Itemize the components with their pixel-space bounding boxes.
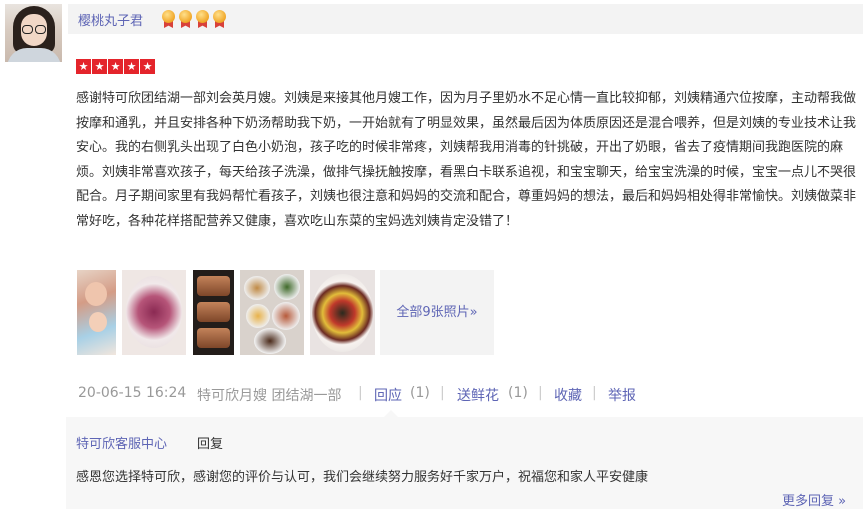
reply-tag: 回复 — [197, 437, 224, 452]
star-icon: ★ — [108, 59, 123, 74]
meta-separator: | — [358, 385, 363, 401]
flower-count: (1) — [508, 385, 528, 401]
star-icon: ★ — [92, 59, 107, 74]
meta-separator: | — [538, 385, 543, 401]
medal-icon — [178, 10, 193, 28]
meta-separator: | — [592, 385, 597, 401]
reply-text: 感恩您选择特可欣，感谢您的评价与认可，我们会继续努力服务好千家万户，祝福您和家人… — [76, 470, 649, 485]
star-icon: ★ — [140, 59, 155, 74]
star-icon: ★ — [76, 59, 91, 74]
reply-author-link[interactable]: 特可欣客服中心 — [76, 433, 167, 452]
medal-icon — [212, 10, 227, 28]
send-flower-button[interactable]: 送鲜花 — [457, 385, 499, 405]
collect-button[interactable]: 收藏 — [554, 385, 582, 405]
photo-thumbnail-dish[interactable] — [122, 270, 186, 355]
review-text: 感谢特可欣团结湖一部刘会英月嫂。刘姨是来接其他月嫂工作，因为月子里奶水不足心情一… — [76, 91, 857, 229]
avatar-glasses-right — [35, 25, 46, 34]
photo-thumbnail-mother-baby[interactable] — [77, 270, 116, 355]
username-link[interactable]: 樱桃丸子君 — [78, 10, 143, 29]
medal-icon — [161, 10, 176, 28]
star-icon: ★ — [124, 59, 139, 74]
all-photos-link[interactable]: 全部9张照片» — [380, 270, 494, 355]
user-avatar[interactable] — [5, 4, 62, 62]
photo-thumbnail-fruit-plate[interactable] — [310, 270, 375, 355]
medal-list — [161, 10, 227, 28]
reply-count: (1) — [410, 385, 430, 401]
meta-separator: | — [440, 385, 445, 401]
review-source: 特可欣月嫂 团结湖一部 — [197, 388, 342, 404]
photo-thumbnail-meal[interactable] — [240, 270, 304, 355]
star-rating: ★ ★ ★ ★ ★ — [76, 59, 155, 74]
report-button[interactable]: 举报 — [608, 385, 636, 405]
review-header: 樱桃丸子君 — [68, 4, 863, 34]
reply-button[interactable]: 回应 — [374, 385, 402, 405]
avatar-glasses-left — [22, 25, 33, 34]
photo-thumbnail-bread[interactable] — [193, 270, 234, 355]
reply-box-pointer — [384, 410, 398, 417]
review-date: 20-06-15 16:24 — [78, 385, 187, 401]
reply-box: 特可欣客服中心 回复 感恩您选择特可欣，感谢您的评价与认可，我们会继续努力服务好… — [66, 410, 863, 509]
more-replies-link[interactable]: 更多回复 » — [782, 490, 846, 509]
medal-icon — [195, 10, 210, 28]
